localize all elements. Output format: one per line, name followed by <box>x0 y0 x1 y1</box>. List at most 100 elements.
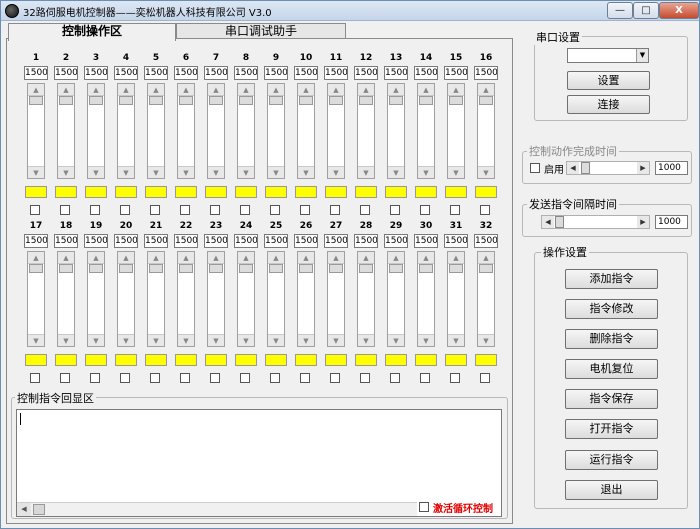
slider-thumb[interactable] <box>89 264 103 273</box>
channel-slider[interactable]: ▲ ▼ <box>237 83 255 179</box>
scroll-up-icon[interactable]: ▲ <box>358 84 374 96</box>
slider-left-icon[interactable]: ◀ <box>542 216 554 228</box>
scroll-down-icon[interactable]: ▼ <box>418 334 434 346</box>
scroll-down-icon[interactable]: ▼ <box>28 166 44 178</box>
channel-value-input[interactable]: 1500 <box>294 66 318 80</box>
scroll-up-icon[interactable]: ▲ <box>58 84 74 96</box>
channel-checkbox[interactable] <box>150 205 160 215</box>
scroll-up-icon[interactable]: ▲ <box>448 84 464 96</box>
slider-thumb[interactable] <box>419 96 433 105</box>
scroll-up-icon[interactable]: ▲ <box>448 252 464 264</box>
channel-checkbox[interactable] <box>360 205 370 215</box>
scroll-down-icon[interactable]: ▼ <box>178 166 194 178</box>
channel-checkbox[interactable] <box>360 373 370 383</box>
channel-checkbox[interactable] <box>480 373 490 383</box>
slider-thumb[interactable] <box>89 96 103 105</box>
scroll-up-icon[interactable]: ▲ <box>208 84 224 96</box>
channel-value-input[interactable]: 1500 <box>474 66 498 80</box>
channel-value-input[interactable]: 1500 <box>174 66 198 80</box>
scroll-up-icon[interactable]: ▲ <box>358 252 374 264</box>
channel-slider[interactable]: ▲ ▼ <box>147 83 165 179</box>
channel-checkbox[interactable] <box>300 205 310 215</box>
scroll-up-icon[interactable]: ▲ <box>388 252 404 264</box>
scroll-down-icon[interactable]: ▼ <box>208 166 224 178</box>
channel-checkbox[interactable] <box>120 205 130 215</box>
add-command-button[interactable]: 添加指令 <box>565 269 658 289</box>
close-button[interactable]: X <box>659 2 699 19</box>
scroll-up-icon[interactable]: ▲ <box>88 252 104 264</box>
channel-value-input[interactable]: 1500 <box>234 234 258 248</box>
channel-value-input[interactable]: 1500 <box>414 66 438 80</box>
slider-thumb[interactable] <box>419 264 433 273</box>
channel-slider[interactable]: ▲ ▼ <box>27 83 45 179</box>
channel-checkbox[interactable] <box>300 373 310 383</box>
channel-slider[interactable]: ▲ ▼ <box>417 83 435 179</box>
channel-value-input[interactable]: 1500 <box>54 234 78 248</box>
scroll-up-icon[interactable]: ▲ <box>178 84 194 96</box>
scroll-up-icon[interactable]: ▲ <box>148 252 164 264</box>
open-command-button[interactable]: 打开指令 <box>565 419 658 439</box>
scroll-down-icon[interactable]: ▼ <box>238 166 254 178</box>
scroll-up-icon[interactable]: ▲ <box>418 84 434 96</box>
scroll-down-icon[interactable]: ▼ <box>298 334 314 346</box>
scroll-up-icon[interactable]: ▲ <box>238 252 254 264</box>
save-command-button[interactable]: 指令保存 <box>565 389 658 409</box>
channel-slider[interactable]: ▲ ▼ <box>447 251 465 347</box>
scroll-up-icon[interactable]: ▲ <box>178 252 194 264</box>
channel-checkbox[interactable] <box>480 205 490 215</box>
channel-slider[interactable]: ▲ ▼ <box>417 251 435 347</box>
channel-value-input[interactable]: 1500 <box>84 234 108 248</box>
channel-checkbox[interactable] <box>390 205 400 215</box>
scroll-up-icon[interactable]: ▲ <box>328 84 344 96</box>
channel-slider[interactable]: ▲ ▼ <box>117 251 135 347</box>
slider-thumb[interactable] <box>179 264 193 273</box>
scroll-down-icon[interactable]: ▼ <box>328 334 344 346</box>
channel-checkbox[interactable] <box>30 373 40 383</box>
slider-thumb[interactable] <box>359 96 373 105</box>
channel-value-input[interactable]: 1500 <box>264 66 288 80</box>
channel-value-input[interactable]: 1500 <box>174 234 198 248</box>
channel-checkbox[interactable] <box>150 373 160 383</box>
scroll-down-icon[interactable]: ▼ <box>118 334 134 346</box>
modify-command-button[interactable]: 指令修改 <box>565 299 658 319</box>
channel-checkbox[interactable] <box>180 373 190 383</box>
slider-right-icon[interactable]: ▶ <box>637 162 649 174</box>
slider-thumb[interactable] <box>239 264 253 273</box>
scroll-down-icon[interactable]: ▼ <box>328 166 344 178</box>
channel-checkbox[interactable] <box>390 373 400 383</box>
channel-value-input[interactable]: 1500 <box>474 234 498 248</box>
slider-thumb[interactable] <box>555 216 564 228</box>
channel-slider[interactable]: ▲ ▼ <box>27 251 45 347</box>
slider-thumb[interactable] <box>119 96 133 105</box>
slider-thumb[interactable] <box>239 96 253 105</box>
scroll-up-icon[interactable]: ▲ <box>268 84 284 96</box>
scroll-down-icon[interactable]: ▼ <box>58 334 74 346</box>
channel-slider[interactable]: ▲ ▼ <box>177 83 195 179</box>
channel-slider[interactable]: ▲ ▼ <box>477 83 495 179</box>
scroll-down-icon[interactable]: ▼ <box>58 166 74 178</box>
channel-value-input[interactable]: 1500 <box>444 66 468 80</box>
channel-checkbox[interactable] <box>180 205 190 215</box>
scroll-down-icon[interactable]: ▼ <box>358 334 374 346</box>
channel-value-input[interactable]: 1500 <box>324 66 348 80</box>
channel-checkbox[interactable] <box>270 205 280 215</box>
channel-value-input[interactable]: 1500 <box>234 66 258 80</box>
scroll-down-icon[interactable]: ▼ <box>148 334 164 346</box>
slider-thumb[interactable] <box>29 96 43 105</box>
connect-button[interactable]: 连接 <box>567 95 650 114</box>
slider-thumb[interactable] <box>59 96 73 105</box>
channel-slider[interactable]: ▲ ▼ <box>327 251 345 347</box>
channel-slider[interactable]: ▲ ▼ <box>387 251 405 347</box>
setup-button[interactable]: 设置 <box>567 71 650 90</box>
scroll-down-icon[interactable]: ▼ <box>88 166 104 178</box>
scroll-up-icon[interactable]: ▲ <box>238 84 254 96</box>
scroll-up-icon[interactable]: ▲ <box>388 84 404 96</box>
scroll-thumb[interactable] <box>33 504 45 515</box>
slider-thumb[interactable] <box>479 96 493 105</box>
channel-slider[interactable]: ▲ ▼ <box>117 83 135 179</box>
channel-value-input[interactable]: 1500 <box>24 66 48 80</box>
scroll-down-icon[interactable]: ▼ <box>358 166 374 178</box>
channel-value-input[interactable]: 1500 <box>324 234 348 248</box>
slider-thumb[interactable] <box>29 264 43 273</box>
send-interval-input[interactable]: 1000 <box>655 215 688 229</box>
